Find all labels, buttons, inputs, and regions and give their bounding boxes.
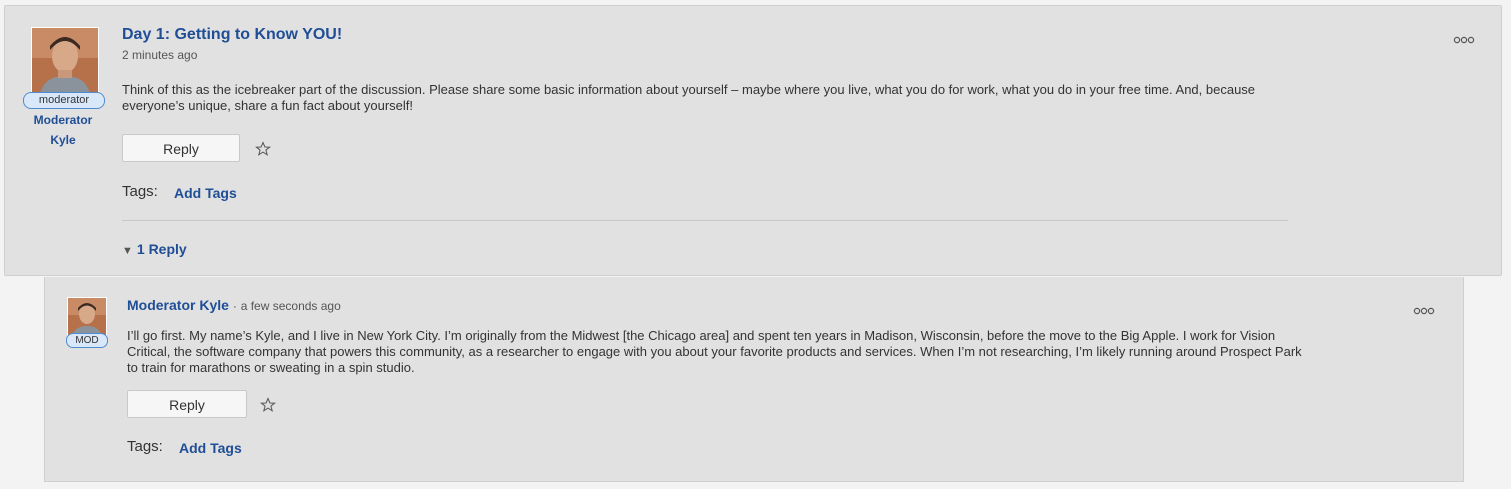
replies-count: 1 Reply <box>136 241 187 257</box>
reply-body: I’ll go first. My name’s Kyle, and I liv… <box>127 328 1302 375</box>
divider <box>122 220 1288 221</box>
reply-header: Moderator Kyle · a few seconds ago <box>127 297 341 313</box>
replies-toggle[interactable]: ▼ 1 Reply <box>122 241 187 257</box>
mod-badge: MOD <box>66 333 108 348</box>
more-options-icon[interactable] <box>1453 32 1475 44</box>
reply-author-avatar[interactable] <box>67 297 107 337</box>
add-tags-link[interactable]: Add Tags <box>174 185 237 201</box>
author-name-link[interactable]: Moderator Kyle <box>23 110 103 150</box>
caret-down-icon: ▼ <box>122 245 133 257</box>
author-avatar[interactable] <box>31 27 99 95</box>
moderator-badge: moderator <box>23 92 105 109</box>
add-tags-link[interactable]: Add Tags <box>179 440 242 456</box>
post-timestamp: 2 minutes ago <box>122 48 198 62</box>
reply-button[interactable]: Reply <box>122 134 240 162</box>
tags-label: Tags: <box>122 183 158 200</box>
reply-button[interactable]: Reply <box>127 390 247 418</box>
post-title[interactable]: Day 1: Getting to Know YOU! <box>122 26 342 44</box>
separator-dot: · <box>232 299 237 313</box>
discussion-post: moderator Moderator Kyle Day 1: Getting … <box>4 5 1502 276</box>
more-options-icon[interactable] <box>1413 303 1435 315</box>
star-icon[interactable] <box>255 141 271 157</box>
star-icon[interactable] <box>260 397 276 413</box>
reply-author-name-link[interactable]: Moderator Kyle <box>127 297 229 313</box>
reply-timestamp: a few seconds ago <box>240 299 341 313</box>
reply-post: MOD Moderator Kyle · a few seconds ago I… <box>44 277 1464 482</box>
tags-label: Tags: <box>127 438 163 455</box>
post-body: Think of this as the icebreaker part of … <box>122 82 1256 113</box>
